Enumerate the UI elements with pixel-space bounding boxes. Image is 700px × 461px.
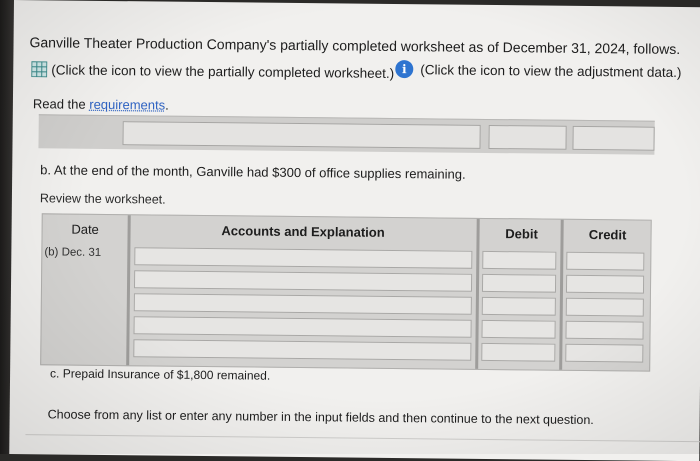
- instruction-text: Choose from any list or enter any number…: [48, 407, 594, 427]
- requirements-link[interactable]: requirements: [89, 97, 165, 113]
- account-select-5[interactable]: [133, 339, 471, 361]
- debit-input-4[interactable]: [481, 320, 555, 339]
- adjustment-link-text[interactable]: (Click the icon to view the adjustment d…: [420, 62, 681, 80]
- part-b-label: b. At the end of the month, Ganville had…: [40, 162, 466, 181]
- account-select-2[interactable]: [134, 270, 472, 292]
- credit-input-5[interactable]: [565, 344, 643, 363]
- read-requirements: Read the requirements.: [33, 96, 169, 112]
- part-c-label: c. Prepaid Insurance of $1,800 remained.: [50, 366, 270, 382]
- entry-date: (b) Dec. 31: [44, 246, 101, 259]
- review-worksheet-text: Review the worksheet.: [40, 191, 166, 206]
- column-divider: [475, 219, 480, 369]
- debit-input-1[interactable]: [482, 251, 556, 270]
- previous-credit-input[interactable]: [572, 126, 654, 151]
- screen: Ganville Theater Production Company's pa…: [9, 0, 700, 461]
- previous-account-input[interactable]: [122, 121, 480, 149]
- accounts-header: Accounts and Explanation: [130, 215, 475, 247]
- credit-input-4[interactable]: [565, 321, 643, 340]
- info-icon[interactable]: i: [395, 60, 413, 78]
- credit-input-1[interactable]: [566, 252, 644, 271]
- credit-header: Credit: [564, 220, 650, 249]
- spreadsheet-grid-icon[interactable]: [31, 61, 47, 77]
- previous-entry-row: [38, 114, 654, 154]
- column-divider: [559, 220, 564, 370]
- credit-input-2[interactable]: [566, 275, 644, 294]
- worksheet-link-text[interactable]: (Click the icon to view the partially co…: [51, 62, 394, 81]
- account-select-4[interactable]: [134, 316, 472, 338]
- debit-input-3[interactable]: [482, 297, 556, 316]
- debit-input-2[interactable]: [482, 274, 556, 293]
- adjustment-link[interactable]: i (Click the icon to view the adjustment…: [395, 60, 681, 81]
- debit-input-5[interactable]: [481, 343, 555, 362]
- account-select-3[interactable]: [134, 293, 472, 315]
- account-select-1[interactable]: [134, 247, 472, 269]
- debit-header: Debit: [480, 219, 562, 248]
- date-header: Date: [42, 214, 127, 243]
- read-prefix: Read the: [33, 96, 90, 112]
- column-divider: [126, 215, 131, 365]
- intro-title: Ganville Theater Production Company's pa…: [29, 34, 680, 57]
- worksheet-link[interactable]: (Click the icon to view the partially co…: [31, 61, 394, 81]
- credit-input-3[interactable]: [566, 298, 644, 317]
- journal-entry-table: Date Accounts and Explanation Debit Cred…: [40, 213, 652, 371]
- divider: [25, 434, 700, 442]
- previous-debit-input[interactable]: [488, 125, 566, 150]
- read-suffix: .: [165, 98, 169, 113]
